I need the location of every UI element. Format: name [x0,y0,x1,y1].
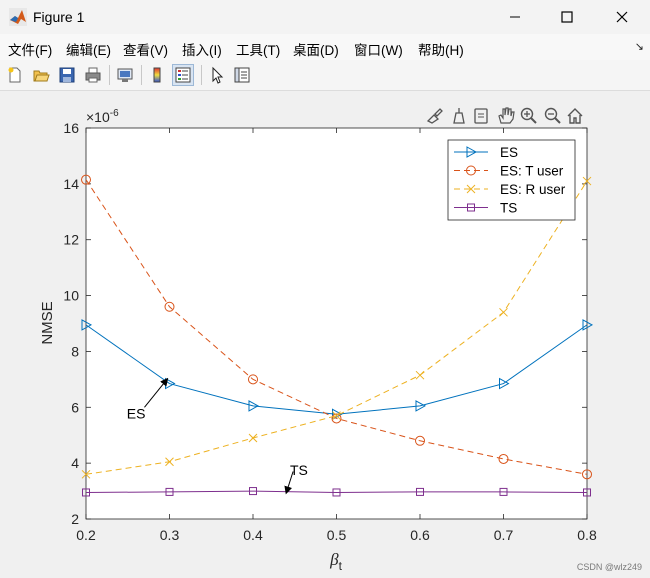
maximize-button[interactable] [542,0,592,34]
zoom-out-icon[interactable] [544,107,561,124]
menu-window[interactable]: 窗口(W) [354,39,403,59]
edit-plot-icon [212,66,224,84]
legend[interactable]: ES ES: T user ES: R user TS [447,139,576,221]
zoom-in-icon[interactable] [520,107,537,124]
x-tick-label: 0.2 [76,527,96,543]
menu-edit[interactable]: 编辑(E) [66,39,111,59]
edit-plot-button[interactable] [206,64,228,86]
x-tick-label: 0.5 [327,527,347,543]
menu-bar: 文件(F) 编辑(E) 查看(V) 插入(I) 工具(T) 桌面(D) 窗口(W… [0,34,650,60]
menu-view[interactable]: 查看(V) [123,39,168,59]
print-icon [85,67,101,83]
print-button[interactable] [82,64,104,86]
maximize-icon [561,11,573,23]
dock-arrow-icon[interactable]: ↘ [635,40,644,53]
y-tick-label: 2 [71,511,79,527]
menu-help[interactable]: 帮助(H) [418,39,464,59]
x-tick-label: 0.6 [410,527,430,543]
toolbar-separator [109,65,110,85]
legend-label: TS [500,201,517,216]
y-tick-label: 8 [71,343,79,359]
legend-label: ES: R user [500,182,566,197]
x-axis-label: βt [329,550,342,573]
watermark-text: CSDN @wlz249 [576,562,642,572]
legend-label: ES: T user [500,164,564,179]
rotate-icon[interactable] [474,108,488,124]
save-icon [59,67,75,83]
y-tick-label: 6 [71,399,79,415]
save-button[interactable] [56,64,78,86]
pan-icon[interactable] [498,107,515,124]
y-exponent-label: ×10-6 [86,108,119,125]
minimize-button[interactable] [490,0,540,34]
annotation-label: TS [290,462,308,478]
line-chart: 2 4 6 8 10 12 14 16 0.2 0.3 0.4 0.5 0.6 0.7 0.8 ×10-6… [39,107,597,573]
menu-desktop[interactable]: 桌面(D) [293,39,339,59]
menu-tools[interactable]: 工具(T) [236,39,280,59]
close-button[interactable] [597,0,647,34]
property-inspector-button[interactable] [231,64,253,86]
matlab-logo-icon [9,8,27,26]
new-figure-button[interactable] [4,64,26,86]
property-inspector-icon [234,67,250,83]
new-figure-icon [8,67,21,83]
y-axis-label: NMSE [39,301,56,344]
colorbar-button[interactable] [146,64,168,86]
x-tick-label: 0.8 [577,527,597,543]
x-tick-label: 0.7 [494,527,514,543]
x-tick-label: 0.4 [243,527,263,543]
y-tick-label: 10 [63,288,79,304]
menu-insert[interactable]: 插入(I) [182,39,222,59]
y-tick-label: 14 [63,176,79,192]
link-plot-icon [117,68,133,82]
figure-canvas: 2 4 6 8 10 12 14 16 0.2 0.3 0.4 0.5 0.6 0.7 0.8 ×10-6… [0,91,650,578]
y-tick-label: 4 [71,455,79,471]
minimize-icon [510,16,520,18]
y-tick-label: 16 [63,120,79,136]
figure-toolbar [0,60,650,91]
colorbar-icon [153,67,161,83]
close-icon [616,11,628,23]
link-plot-button[interactable] [114,64,136,86]
annotation-label: ES [127,405,146,421]
legend-label: ES [500,145,518,160]
legend-icon [175,67,191,83]
x-tick-label: 0.3 [160,527,180,543]
open-file-icon [33,70,50,82]
title-bar: Figure 1 [0,0,650,34]
axes-toolbar [426,107,583,124]
open-file-button[interactable] [30,64,52,86]
toolbar-separator [141,65,142,85]
data-tips-icon[interactable] [453,108,465,124]
toolbar-separator [201,65,202,85]
window-title: Figure 1 [33,9,85,25]
home-icon[interactable] [567,108,583,124]
legend-button[interactable] [172,64,194,86]
y-tick-label: 12 [63,232,79,248]
brush-icon[interactable] [426,108,443,124]
menu-file[interactable]: 文件(F) [8,39,52,59]
